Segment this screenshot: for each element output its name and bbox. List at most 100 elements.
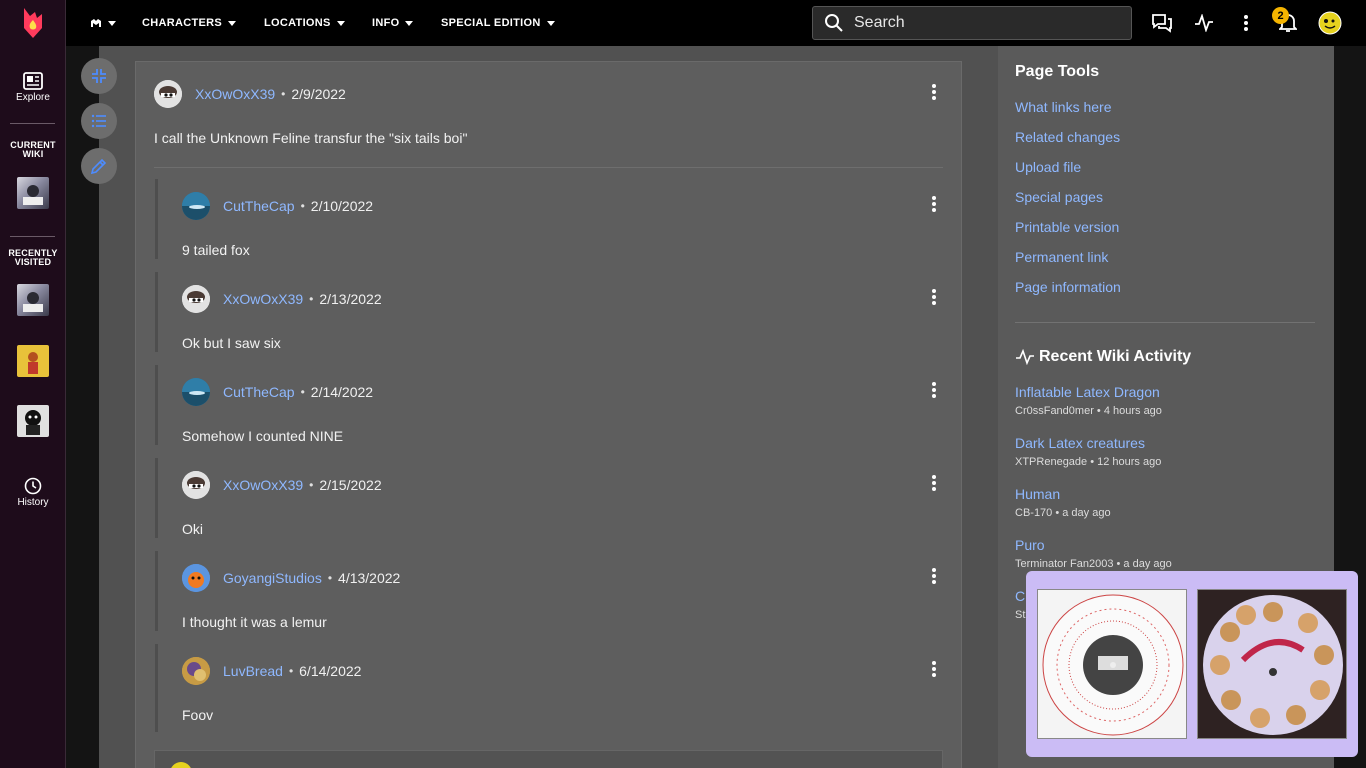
divider	[154, 167, 943, 168]
current-wiki-thumbnail[interactable]	[17, 177, 49, 209]
nav-divider	[10, 236, 55, 237]
avatar[interactable]	[154, 80, 182, 108]
reply-username[interactable]: CutTheCap	[223, 198, 295, 214]
fandom-logo-icon[interactable]	[0, 0, 66, 46]
activity-meta: XTPRenegade • 12 hours ago	[1015, 456, 1162, 468]
avatar[interactable]	[182, 285, 210, 313]
reply-indent-bar	[155, 644, 158, 732]
reply-header: CutTheCap • 2/10/2022	[182, 192, 373, 220]
reply-date: 6/14/2022	[299, 663, 362, 679]
user-avatar[interactable]	[1318, 11, 1342, 35]
explore-icon	[23, 72, 43, 90]
activity-page-link[interactable]: Inflatable Latex Dragon	[1015, 384, 1160, 400]
reply-options-icon[interactable]	[930, 659, 938, 679]
ad-image[interactable]	[1197, 589, 1347, 739]
reply-username[interactable]: GoyangiStudios	[223, 570, 322, 586]
separator-dot: •	[288, 664, 294, 678]
reply-options-icon[interactable]	[930, 473, 938, 493]
link-page-information[interactable]: Page information	[1015, 279, 1121, 295]
reply-text: Somehow I counted NINE	[182, 428, 344, 444]
comment-text: I call the Unknown Feline transfur the "…	[154, 130, 468, 146]
link-permanent-link[interactable]: Permanent link	[1015, 249, 1108, 265]
recent-wiki-thumbnail[interactable]	[17, 284, 49, 316]
pencil-icon	[90, 158, 107, 175]
reply-date: 2/14/2022	[310, 384, 374, 400]
activity-page-link[interactable]: Puro	[1015, 537, 1045, 553]
reply-date: 2/10/2022	[310, 198, 374, 214]
activity-icon[interactable]	[1192, 11, 1216, 35]
global-navigation: Explore CURRENT WIKI RECENTLY VISITED Hi…	[0, 0, 66, 768]
reply-username[interactable]: LuvBread	[223, 663, 283, 679]
reply-indent-bar	[155, 458, 158, 538]
reply-text: Foov	[182, 707, 214, 723]
reply-username[interactable]: XxOwOxX39	[223, 477, 303, 493]
nav-divider	[10, 123, 55, 124]
menu-locations[interactable]: LOCATIONS	[264, 0, 345, 46]
chevron-down-icon	[405, 20, 414, 26]
collapse-button[interactable]	[81, 58, 117, 94]
link-printable-version[interactable]: Printable version	[1015, 219, 1119, 235]
separator-dot: •	[309, 292, 314, 306]
recent-wiki-thumbnail[interactable]	[17, 405, 49, 437]
link-related-changes[interactable]: Related changes	[1015, 129, 1120, 145]
search-box[interactable]	[812, 6, 1132, 40]
avatar[interactable]	[182, 471, 210, 499]
ad-image[interactable]	[1037, 589, 1187, 739]
link-what-links-here[interactable]: What links here	[1015, 99, 1111, 115]
chevron-down-icon	[336, 20, 345, 26]
reply-text: Oki	[182, 521, 203, 537]
wiki-logo-icon	[91, 19, 101, 27]
avatar[interactable]	[182, 378, 210, 406]
separator-dot: •	[300, 199, 305, 213]
activity-page-link[interactable]: Human	[1015, 486, 1060, 502]
menu-info-label: INFO	[372, 17, 400, 29]
more-options-icon[interactable]	[1234, 11, 1258, 35]
chevron-down-icon	[228, 20, 236, 26]
search-input[interactable]	[854, 14, 1114, 32]
reply-options-icon[interactable]	[930, 287, 938, 307]
reply-date: 2/15/2022	[319, 477, 382, 493]
reply-options-icon[interactable]	[930, 194, 938, 214]
reply-text: I thought it was a lemur	[182, 614, 327, 630]
link-upload-file[interactable]: Upload file	[1015, 159, 1081, 175]
clock-icon	[24, 477, 42, 495]
reply-username[interactable]: CutTheCap	[223, 384, 295, 400]
link-special-pages[interactable]: Special pages	[1015, 189, 1103, 205]
user-avatar	[171, 762, 191, 768]
reply-options-icon[interactable]	[930, 380, 938, 400]
reply-username[interactable]: XxOwOxX39	[223, 291, 303, 307]
discussions-icon[interactable]	[1150, 11, 1174, 35]
menu-special-edition[interactable]: SPECIAL EDITION	[441, 0, 555, 46]
reply-indent-bar	[155, 179, 158, 259]
comment-options-icon[interactable]	[930, 82, 938, 102]
reply-options-icon[interactable]	[930, 566, 938, 586]
wiki-menu[interactable]	[90, 0, 116, 46]
avatar[interactable]	[182, 657, 210, 685]
current-wiki-label: CURRENT WIKI	[10, 140, 56, 159]
menu-characters[interactable]: CHARACTERS	[142, 0, 236, 46]
reply-indent-bar	[155, 551, 158, 631]
edit-button[interactable]	[81, 148, 117, 184]
table-of-contents-button[interactable]	[81, 103, 117, 139]
activity-meta: Terminator Fan2003 • a day ago	[1015, 558, 1172, 570]
menu-info[interactable]: INFO	[372, 0, 414, 46]
history-button[interactable]: History	[0, 477, 66, 508]
avatar[interactable]	[182, 564, 210, 592]
reply-header: LuvBread • 6/14/2022	[182, 657, 361, 685]
page-tools-title: Page Tools	[1015, 63, 1100, 80]
avatar[interactable]	[182, 192, 210, 220]
explore-label: Explore	[16, 92, 50, 103]
menu-locations-label: LOCATIONS	[264, 17, 331, 29]
reply-date: 4/13/2022	[338, 570, 401, 586]
ad-popup[interactable]	[1026, 571, 1358, 757]
activity-page-link[interactable]: Dark Latex creatures	[1015, 435, 1145, 451]
top-bar: CHARACTERS LOCATIONS INFO SPECIAL EDITIO…	[66, 0, 1366, 46]
recent-wiki-thumbnail[interactable]	[17, 345, 49, 377]
activity-page-link[interactable]: C	[1015, 588, 1025, 604]
reply-input-area[interactable]	[154, 750, 943, 768]
reply-header: XxOwOxX39 • 2/15/2022	[182, 471, 382, 499]
menu-special-edition-label: SPECIAL EDITION	[441, 17, 541, 29]
comment-username[interactable]: XxOwOxX39	[195, 86, 275, 102]
comment-thread: XxOwOxX39 • 2/9/2022 I call the Unknown …	[135, 61, 962, 768]
explore-button[interactable]: Explore	[0, 72, 66, 103]
